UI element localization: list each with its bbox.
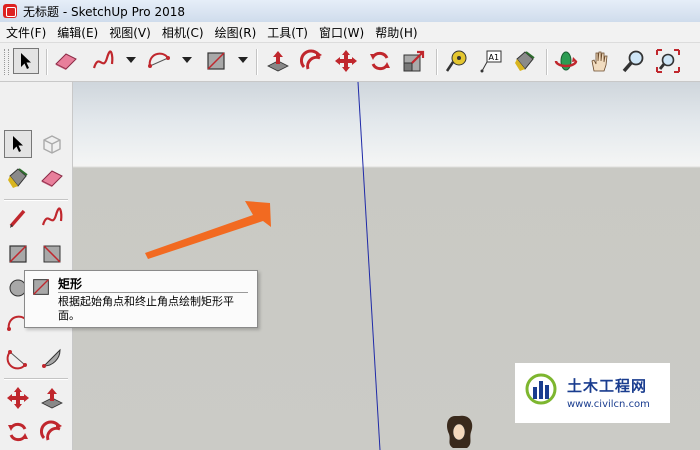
menu-draw[interactable]: 绘图(R) (209, 24, 262, 41)
select-tool-button-left[interactable] (4, 130, 32, 158)
menu-edit[interactable]: 编辑(E) (51, 24, 103, 41)
annotation-arrow (145, 201, 271, 259)
pan-tool-button[interactable] (587, 48, 613, 74)
rotate-icon (8, 422, 28, 442)
follow-me-tool-button-left[interactable] (38, 418, 66, 446)
zoom-icon (622, 50, 644, 73)
follow-me-icon (300, 49, 322, 70)
move-icon (335, 50, 357, 72)
zoom-extents-icon (656, 49, 680, 73)
component-icon (43, 135, 61, 154)
rectangle-tool-button-left[interactable] (4, 240, 32, 268)
scale-tool-button[interactable] (401, 48, 427, 74)
rotate-tool-button-left[interactable] (4, 418, 32, 446)
arc-icon (148, 52, 170, 68)
pan-icon (591, 51, 608, 72)
component-tool-button[interactable] (38, 130, 66, 158)
freehand-dropdown[interactable] (126, 57, 136, 63)
menu-bar: 文件(F) 编辑(E) 视图(V) 相机(C) 绘图(R) 工具(T) 窗口(W… (0, 22, 700, 43)
pie-icon (42, 348, 61, 368)
paint-bucket-tool-button-left[interactable] (4, 164, 32, 192)
freehand-icon (92, 50, 114, 69)
menu-camera[interactable]: 相机(C) (156, 24, 209, 41)
scale-icon (403, 50, 425, 72)
civilcn-logo-icon (525, 373, 557, 405)
rectangle-dropdown[interactable] (238, 57, 248, 63)
rotated-rectangle-tool-button[interactable] (38, 240, 66, 268)
follow-me-tool-button[interactable] (299, 48, 325, 74)
arc-tool-button[interactable] (146, 48, 172, 74)
menu-window[interactable]: 窗口(W) (313, 24, 369, 41)
rectangle-icon (207, 52, 225, 70)
freehand-tool-button-left[interactable] (38, 204, 66, 232)
tape-measure-tool-button[interactable] (444, 48, 470, 74)
eraser-tool-button-left[interactable] (38, 164, 66, 192)
eraser-icon (55, 53, 77, 70)
select-tool-button[interactable] (13, 48, 39, 74)
eraser-icon (41, 170, 63, 187)
rotate-icon (370, 51, 390, 71)
line-pencil-icon (9, 209, 26, 228)
menu-help[interactable]: 帮助(H) (369, 24, 422, 41)
push-pull-tool-button[interactable] (265, 48, 291, 74)
zoom-extents-tool-button[interactable] (655, 48, 681, 74)
rectangle-tooltip: 矩形 根据起始角点和终止角点绘制矩形平面。 (24, 270, 258, 328)
select-icon (21, 53, 31, 69)
text-icon: A1 (480, 50, 502, 73)
svg-text:A1: A1 (489, 53, 500, 62)
line-tool-button[interactable] (4, 204, 32, 232)
title-bar: 无标题 - SketchUp Pro 2018 (0, 0, 700, 23)
orbit-tool-button[interactable] (553, 48, 579, 74)
push-pull-icon (41, 388, 63, 409)
rotated-rectangle-icon (43, 245, 61, 263)
tooltip-description: 根据起始角点和终止角点绘制矩形平面。 (58, 295, 234, 322)
three-point-arc-icon (6, 350, 27, 370)
paint-bucket-tool-button[interactable] (512, 48, 538, 74)
text-tool-button[interactable]: A1 (478, 48, 504, 74)
freehand-tool-button[interactable] (90, 48, 116, 74)
paint-bucket-icon (8, 168, 28, 188)
move-icon (7, 387, 29, 409)
tooltip-title: 矩形 (58, 277, 83, 291)
push-pull-icon (267, 51, 289, 72)
watermark-name: 土木工程网 (567, 377, 648, 395)
orbit-icon (554, 51, 578, 71)
sketchup-logo-icon (3, 4, 17, 18)
push-pull-tool-button-left[interactable] (38, 384, 66, 412)
main-toolbar: A1 (0, 43, 700, 82)
human-figure (447, 415, 473, 448)
zoom-tool-button[interactable] (621, 48, 647, 74)
blue-axis-line (357, 82, 381, 450)
rectangle-tool-button[interactable] (203, 48, 229, 74)
pie-tool-button[interactable] (38, 344, 66, 372)
select-icon (13, 136, 23, 152)
left-toolbar (0, 82, 73, 450)
tape-measure-icon (445, 50, 467, 72)
freehand-icon (41, 207, 63, 226)
window-title: 无标题 - SketchUp Pro 2018 (23, 4, 185, 19)
rectangle-icon (9, 245, 27, 263)
move-tool-button-left[interactable] (4, 384, 32, 412)
rotate-tool-button[interactable] (367, 48, 393, 74)
menu-tools[interactable]: 工具(T) (261, 24, 313, 41)
menu-view[interactable]: 视图(V) (103, 24, 156, 41)
toolbar-grip[interactable] (4, 49, 9, 75)
paint-bucket-icon (515, 51, 535, 71)
follow-me-icon (40, 420, 62, 441)
watermark-url: www.civilcn.com (567, 399, 650, 410)
three-point-arc-tool-button[interactable] (4, 344, 32, 372)
watermark: 土木工程网 www.civilcn.com (515, 363, 670, 423)
arc-dropdown[interactable] (182, 57, 192, 63)
tooltip-divider (58, 292, 248, 293)
eraser-tool-button[interactable] (53, 48, 79, 74)
move-tool-button[interactable] (333, 48, 359, 74)
rectangle-icon (33, 279, 49, 295)
menu-file[interactable]: 文件(F) (0, 24, 51, 41)
